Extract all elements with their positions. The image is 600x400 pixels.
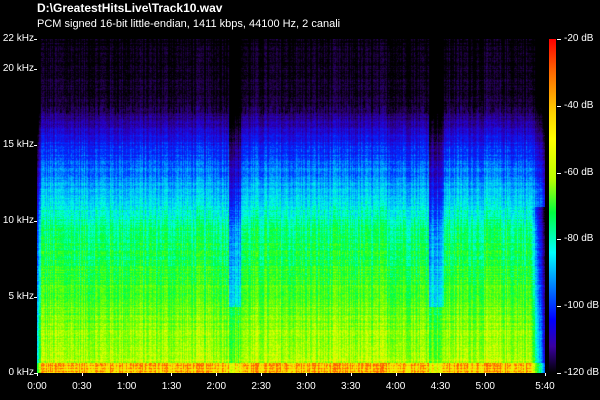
x-tick-mark — [485, 373, 487, 376]
colorbar-tick-mark — [557, 373, 561, 374]
x-tick-mark — [350, 373, 352, 376]
y-tick-mark — [34, 297, 37, 299]
x-tick-label: 3:00 — [296, 381, 316, 392]
spectrogram-canvas — [37, 39, 545, 373]
x-tick-label: 4:30 — [430, 381, 451, 392]
x-tick-label: 5:40 — [535, 381, 555, 392]
x-tick-label: 1:30 — [161, 381, 182, 392]
audio-format-info: PCM signed 16-bit little-endian, 1411 kb… — [37, 18, 341, 30]
y-tick-label: 5 kHz — [8, 291, 34, 303]
y-tick-label: 22 kHz — [2, 33, 34, 44]
x-tick-label: 0:00 — [27, 381, 47, 392]
colorbar-tick-label: -120 dB — [564, 367, 600, 378]
spectrogram-plot — [37, 39, 545, 373]
x-tick-mark — [440, 373, 442, 376]
file-path-title: D:\GreatestHitsLive\Track10.wav — [37, 1, 223, 15]
y-tick-label: 20 kHz — [2, 63, 34, 75]
colorbar-tick-label: -80 dB — [564, 233, 594, 245]
y-tick-label: 10 kHz — [2, 215, 34, 227]
y-tick-mark — [34, 69, 37, 71]
y-tick-mark — [34, 221, 37, 223]
x-tick-mark — [395, 373, 397, 376]
x-tick-mark — [216, 373, 218, 376]
colorbar-tick-mark — [557, 172, 561, 174]
x-tick-mark — [545, 373, 546, 376]
x-tick-mark — [81, 373, 83, 376]
y-tick-label: 0 kHz — [8, 367, 34, 378]
colorbar-tick-mark — [557, 306, 561, 308]
colorbar-tick-mark — [557, 239, 561, 241]
color-scale-bar — [549, 39, 556, 373]
colorbar-tick-mark — [557, 105, 561, 107]
x-tick-label: 1:00 — [116, 381, 137, 392]
colorbar-tick-label: -60 dB — [564, 166, 594, 178]
x-tick-mark — [171, 373, 173, 376]
x-tick-label: 5:00 — [475, 381, 495, 392]
colorbar-tick-label: -40 dB — [564, 99, 594, 111]
x-tick-label: 0:30 — [72, 381, 92, 392]
y-tick-mark — [34, 39, 37, 40]
x-tick-mark — [261, 373, 263, 376]
y-tick-label: 15 kHz — [2, 139, 34, 151]
y-tick-mark — [34, 145, 37, 147]
x-tick-label: 2:00 — [206, 381, 227, 392]
colorbar-tick-mark — [557, 39, 561, 40]
colorbar-tick-label: -20 dB — [564, 33, 594, 44]
x-tick-label: 4:00 — [385, 381, 406, 392]
x-tick-mark — [126, 373, 128, 376]
x-tick-label: 2:30 — [251, 381, 271, 392]
x-tick-label: 3:30 — [341, 381, 361, 392]
x-tick-mark — [37, 373, 38, 376]
x-tick-mark — [305, 373, 307, 376]
colorbar-tick-label: -100 dB — [564, 300, 600, 312]
